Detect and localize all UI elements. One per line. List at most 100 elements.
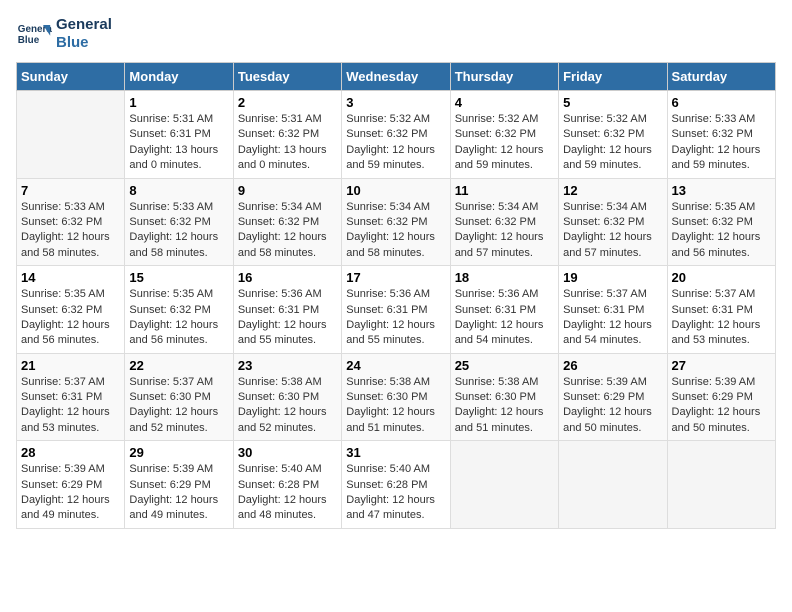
calendar-cell: 3 Sunrise: 5:32 AM Sunset: 6:32 PM Daylig…	[342, 91, 450, 179]
day-info: Sunrise: 5:34 AM Sunset: 6:32 PM Dayligh…	[563, 200, 662, 262]
day-number: 11	[455, 183, 554, 198]
calendar-cell: 26Sunrise: 5:39 AM Sunset: 6:29 PM Dayli…	[559, 353, 667, 441]
day-number: 15	[129, 270, 228, 285]
calendar-cell: 14 Sunrise: 5:35 AM Sunset: 6:32 PM Dayli…	[17, 266, 125, 354]
calendar-cell: 7 Sunrise: 5:33 AM Sunset: 6:32 PM Daylig…	[17, 178, 125, 266]
day-number: 16	[238, 270, 337, 285]
day-info: Sunrise: 5:34 AM Sunset: 6:32 PM Dayligh…	[455, 200, 554, 262]
calendar-cell: 27 Sunrise: 5:39 AM Sunset: 6:29 PM Dayli…	[667, 353, 775, 441]
calendar-cell: 28Sunrise: 5:39 AM Sunset: 6:29 PM Dayli…	[17, 441, 125, 529]
logo-text2: Blue	[56, 34, 112, 52]
calendar-cell: 23 Sunrise: 5:38 AM Sunset: 6:30 PM Dayli…	[233, 353, 341, 441]
calendar-cell: 15 Sunrise: 5:35 AM Sunset: 6:32 PM Dayli…	[125, 266, 233, 354]
day-number: 30	[238, 445, 337, 460]
day-info: Sunrise: 5:31 AM Sunset: 6:31 PM Dayligh…	[129, 112, 228, 174]
day-info: Sunrise: 5:35 AM Sunset: 6:32 PM Dayligh…	[21, 287, 120, 349]
calendar-cell: 11 Sunrise: 5:34 AM Sunset: 6:32 PM Dayli…	[450, 178, 558, 266]
calendar-week-5: 28Sunrise: 5:39 AM Sunset: 6:29 PM Dayli…	[17, 441, 776, 529]
day-info: Sunrise: 5:39 AM Sunset: 6:29 PM Dayligh…	[21, 462, 120, 524]
calendar-cell: 31 Sunrise: 5:40 AM Sunset: 6:28 PM Dayli…	[342, 441, 450, 529]
day-info: Sunrise: 5:32 AM Sunset: 6:32 PM Dayligh…	[346, 112, 445, 174]
col-header-wednesday: Wednesday	[342, 63, 450, 91]
day-number: 3	[346, 95, 445, 110]
calendar-cell: 16 Sunrise: 5:36 AM Sunset: 6:31 PM Dayli…	[233, 266, 341, 354]
day-info: Sunrise: 5:36 AM Sunset: 6:31 PM Dayligh…	[455, 287, 554, 349]
day-info: Sunrise: 5:38 AM Sunset: 6:30 PM Dayligh…	[346, 375, 445, 437]
calendar-cell	[450, 441, 558, 529]
day-number: 22	[129, 358, 228, 373]
calendar-cell: 18 Sunrise: 5:36 AM Sunset: 6:31 PM Dayli…	[450, 266, 558, 354]
calendar-cell: 9Sunrise: 5:34 AM Sunset: 6:32 PM Daylig…	[233, 178, 341, 266]
calendar-cell	[559, 441, 667, 529]
day-number: 7	[21, 183, 120, 198]
calendar-cell: 30 Sunrise: 5:40 AM Sunset: 6:28 PM Dayli…	[233, 441, 341, 529]
day-number: 18	[455, 270, 554, 285]
calendar-cell: 24 Sunrise: 5:38 AM Sunset: 6:30 PM Dayli…	[342, 353, 450, 441]
col-header-tuesday: Tuesday	[233, 63, 341, 91]
logo-text: General	[56, 16, 112, 34]
day-info: Sunrise: 5:37 AM Sunset: 6:31 PM Dayligh…	[563, 287, 662, 349]
day-info: Sunrise: 5:32 AM Sunset: 6:32 PM Dayligh…	[455, 112, 554, 174]
svg-text:Blue: Blue	[18, 35, 40, 46]
day-info: Sunrise: 5:36 AM Sunset: 6:31 PM Dayligh…	[238, 287, 337, 349]
calendar-week-2: 7 Sunrise: 5:33 AM Sunset: 6:32 PM Daylig…	[17, 178, 776, 266]
day-info: Sunrise: 5:39 AM Sunset: 6:29 PM Dayligh…	[129, 462, 228, 524]
calendar-cell: 10Sunrise: 5:34 AM Sunset: 6:32 PM Dayli…	[342, 178, 450, 266]
calendar-cell	[667, 441, 775, 529]
day-info: Sunrise: 5:35 AM Sunset: 6:32 PM Dayligh…	[129, 287, 228, 349]
calendar-cell: 2 Sunrise: 5:31 AM Sunset: 6:32 PM Daylig…	[233, 91, 341, 179]
col-header-saturday: Saturday	[667, 63, 775, 91]
day-info: Sunrise: 5:39 AM Sunset: 6:29 PM Dayligh…	[672, 375, 771, 437]
calendar-cell: 8 Sunrise: 5:33 AM Sunset: 6:32 PM Daylig…	[125, 178, 233, 266]
day-number: 26	[563, 358, 662, 373]
day-number: 27	[672, 358, 771, 373]
logo-icon: General Blue	[16, 16, 52, 52]
calendar-cell: 25Sunrise: 5:38 AM Sunset: 6:30 PM Dayli…	[450, 353, 558, 441]
day-info: Sunrise: 5:40 AM Sunset: 6:28 PM Dayligh…	[346, 462, 445, 524]
calendar-cell: 29 Sunrise: 5:39 AM Sunset: 6:29 PM Dayli…	[125, 441, 233, 529]
day-info: Sunrise: 5:37 AM Sunset: 6:30 PM Dayligh…	[129, 375, 228, 437]
calendar-table: SundayMondayTuesdayWednesdayThursdayFrid…	[16, 62, 776, 529]
calendar-cell: 13 Sunrise: 5:35 AM Sunset: 6:32 PM Dayli…	[667, 178, 775, 266]
day-number: 5	[563, 95, 662, 110]
day-number: 25	[455, 358, 554, 373]
logo: General Blue General Blue	[16, 16, 112, 52]
day-info: Sunrise: 5:33 AM Sunset: 6:32 PM Dayligh…	[21, 200, 120, 262]
day-info: Sunrise: 5:33 AM Sunset: 6:32 PM Dayligh…	[129, 200, 228, 262]
day-number: 31	[346, 445, 445, 460]
day-number: 12	[563, 183, 662, 198]
day-number: 4	[455, 95, 554, 110]
day-info: Sunrise: 5:36 AM Sunset: 6:31 PM Dayligh…	[346, 287, 445, 349]
calendar-cell: 21Sunrise: 5:37 AM Sunset: 6:31 PM Dayli…	[17, 353, 125, 441]
calendar-cell: 6Sunrise: 5:33 AM Sunset: 6:32 PM Daylig…	[667, 91, 775, 179]
calendar-cell: 12 Sunrise: 5:34 AM Sunset: 6:32 PM Dayli…	[559, 178, 667, 266]
day-number: 2	[238, 95, 337, 110]
day-number: 14	[21, 270, 120, 285]
calendar-cell	[17, 91, 125, 179]
calendar-cell: 4 Sunrise: 5:32 AM Sunset: 6:32 PM Daylig…	[450, 91, 558, 179]
calendar-week-3: 14 Sunrise: 5:35 AM Sunset: 6:32 PM Dayli…	[17, 266, 776, 354]
day-info: Sunrise: 5:35 AM Sunset: 6:32 PM Dayligh…	[672, 200, 771, 262]
col-header-thursday: Thursday	[450, 63, 558, 91]
day-info: Sunrise: 5:40 AM Sunset: 6:28 PM Dayligh…	[238, 462, 337, 524]
day-number: 1	[129, 95, 228, 110]
page-header: General Blue General Blue	[16, 16, 776, 52]
day-number: 21	[21, 358, 120, 373]
day-number: 23	[238, 358, 337, 373]
col-header-monday: Monday	[125, 63, 233, 91]
day-number: 13	[672, 183, 771, 198]
day-number: 8	[129, 183, 228, 198]
day-info: Sunrise: 5:31 AM Sunset: 6:32 PM Dayligh…	[238, 112, 337, 174]
day-number: 29	[129, 445, 228, 460]
calendar-week-1: 1 Sunrise: 5:31 AM Sunset: 6:31 PM Daylig…	[17, 91, 776, 179]
day-info: Sunrise: 5:34 AM Sunset: 6:32 PM Dayligh…	[346, 200, 445, 262]
calendar-cell: 22 Sunrise: 5:37 AM Sunset: 6:30 PM Dayli…	[125, 353, 233, 441]
day-number: 17	[346, 270, 445, 285]
calendar-cell: 20Sunrise: 5:37 AM Sunset: 6:31 PM Dayli…	[667, 266, 775, 354]
day-info: Sunrise: 5:38 AM Sunset: 6:30 PM Dayligh…	[238, 375, 337, 437]
day-info: Sunrise: 5:32 AM Sunset: 6:32 PM Dayligh…	[563, 112, 662, 174]
calendar-cell: 17 Sunrise: 5:36 AM Sunset: 6:31 PM Dayli…	[342, 266, 450, 354]
calendar-cell: 5 Sunrise: 5:32 AM Sunset: 6:32 PM Daylig…	[559, 91, 667, 179]
day-info: Sunrise: 5:34 AM Sunset: 6:32 PM Dayligh…	[238, 200, 337, 262]
day-number: 24	[346, 358, 445, 373]
